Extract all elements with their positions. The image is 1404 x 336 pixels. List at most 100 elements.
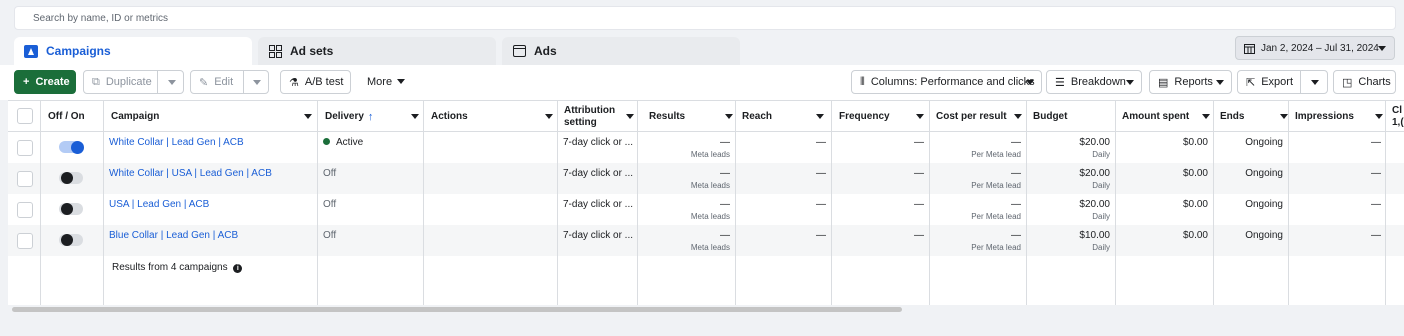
plus-icon: + [23, 76, 30, 88]
chart-icon: ◳ [1342, 76, 1353, 89]
ab-test-button[interactable]: ⚗ A/B test [280, 70, 351, 94]
edit-button[interactable]: ✎ Edit [190, 70, 269, 94]
col-results[interactable]: Results [649, 101, 737, 132]
results-value: — [720, 137, 730, 148]
cost-value: — [1011, 199, 1021, 210]
budget-sub: Daily [1092, 150, 1110, 159]
table-row[interactable]: White Collar | USA | Lead Gen | ACB Off … [8, 163, 1404, 194]
attribution-setting: 7-day click or ... [563, 230, 634, 241]
col-reach[interactable]: Reach [742, 101, 828, 132]
delivery-status: Off [323, 230, 337, 241]
delivery-status: Off [323, 168, 337, 179]
col-divider [1026, 101, 1027, 305]
col-divider [1115, 101, 1116, 305]
chevron-down-icon[interactable] [1311, 80, 1319, 85]
row-checkbox[interactable] [17, 202, 33, 218]
search-placeholder: Search by name, ID or metrics [33, 12, 169, 24]
row-checkbox[interactable] [17, 140, 33, 156]
breakdown-button[interactable]: ☰ Breakdown [1046, 70, 1142, 94]
table-row[interactable]: White Collar | Lead Gen | ACB Active 7-d… [8, 132, 1404, 163]
budget-value: $20.00 [1079, 137, 1110, 148]
cost-sub: Per Meta lead [971, 243, 1021, 252]
campaign-toggle[interactable] [59, 172, 83, 184]
campaign-name-link[interactable]: White Collar | Lead Gen | ACB [109, 137, 244, 148]
chevron-down-icon [1280, 114, 1288, 119]
columns-icon: ⦀ [860, 75, 865, 88]
tab-ads[interactable]: Ads [502, 37, 740, 65]
flask-icon: ⚗ [289, 76, 299, 89]
table-header: Off / On Campaign Delivery ↑ Actions Attr… [8, 101, 1404, 132]
col-actions-label: Actions [431, 110, 468, 122]
cost-value: — [1011, 168, 1021, 179]
budget-value: $20.00 [1079, 199, 1110, 210]
ends-value: Ongoing [1245, 168, 1283, 179]
calendar-icon [1244, 43, 1255, 54]
col-divider [40, 101, 41, 305]
chevron-down-icon [1378, 46, 1386, 51]
col-offon: Off / On [48, 101, 85, 132]
charts-button[interactable]: ◳ Charts [1333, 70, 1396, 94]
select-all-checkbox[interactable] [17, 108, 33, 124]
search-bar[interactable]: Search by name, ID or metrics [14, 6, 1396, 30]
toolbar: + Create ⧉ Duplicate ✎ Edit ⚗ A/B test M… [0, 65, 1404, 100]
ab-test-label: A/B test [304, 76, 344, 88]
reports-icon: ▤ [1158, 76, 1169, 89]
summary-label: Results from 4 campaigns [112, 262, 228, 273]
create-button[interactable]: + Create [14, 70, 76, 94]
duplicate-icon: ⧉ [92, 75, 100, 88]
table-row[interactable]: Blue Collar | Lead Gen | ACB Off 7-day c… [8, 225, 1404, 256]
tab-ad-sets-label: Ad sets [290, 44, 334, 58]
chevron-down-icon [1026, 80, 1034, 85]
tab-campaigns[interactable]: Campaigns [14, 37, 252, 65]
reach-value: — [816, 137, 826, 148]
chevron-down-icon [1375, 114, 1383, 119]
col-offon-label: Off / On [48, 110, 85, 122]
date-range-picker[interactable]: Jan 2, 2024 – Jul 31, 2024 [1235, 36, 1395, 60]
reports-button[interactable]: ▤ Reports [1149, 70, 1232, 94]
frequency-value: — [914, 137, 924, 148]
campaign-name-link[interactable]: Blue Collar | Lead Gen | ACB [109, 230, 238, 241]
row-checkbox[interactable] [17, 233, 33, 249]
col-ends[interactable]: Ends [1220, 101, 1290, 132]
chevron-down-icon [397, 79, 405, 84]
tab-ad-sets[interactable]: Ad sets [258, 37, 496, 65]
delivery-label: Active [336, 137, 364, 148]
split-divider [157, 71, 158, 93]
campaign-toggle[interactable] [59, 140, 84, 154]
col-attribution[interactable]: Attribution setting [564, 101, 636, 132]
campaign-name-link[interactable]: White Collar | USA | Lead Gen | ACB [109, 168, 272, 179]
columns-button[interactable]: ⦀ Columns: Performance and clicks [851, 70, 1042, 94]
col-divider [103, 101, 104, 305]
charts-label: Charts [1358, 76, 1391, 88]
row-checkbox[interactable] [17, 171, 33, 187]
export-button[interactable]: ⇱ Export [1237, 70, 1328, 94]
campaign-toggle[interactable] [59, 203, 83, 215]
col-actions[interactable]: Actions [431, 101, 558, 132]
budget-sub: Daily [1092, 181, 1110, 190]
col-amount-spent[interactable]: Amount spent [1122, 101, 1212, 132]
col-cut-off[interactable]: Cl 1,( [1392, 101, 1404, 132]
horizontal-scrollbar-thumb[interactable] [12, 307, 902, 312]
campaign-toggle[interactable] [59, 234, 83, 246]
duplicate-button[interactable]: ⧉ Duplicate [83, 70, 184, 94]
col-divider [557, 101, 558, 305]
impressions-value: — [1371, 137, 1381, 148]
col-reach-label: Reach [742, 110, 773, 122]
breakdown-icon: ☰ [1055, 76, 1065, 89]
col-delivery[interactable]: Delivery ↑ [325, 101, 425, 132]
col-impressions[interactable]: Impressions [1295, 101, 1387, 132]
table-row[interactable]: USA | Lead Gen | ACB Off 7-day click or … [8, 194, 1404, 225]
col-frequency[interactable]: Frequency [839, 101, 927, 132]
col-campaign[interactable]: Campaign [111, 101, 316, 132]
info-icon[interactable]: i [233, 264, 243, 273]
col-campaign-label: Campaign [111, 110, 160, 122]
more-button[interactable]: More [359, 70, 409, 94]
sort-arrow-up-icon: ↑ [367, 110, 374, 123]
chevron-down-icon[interactable] [253, 80, 261, 85]
results-sub: Meta leads [690, 150, 730, 159]
campaign-name-link[interactable]: USA | Lead Gen | ACB [109, 199, 209, 210]
col-cost[interactable]: Cost per result [936, 101, 1024, 132]
chevron-down-icon[interactable] [168, 80, 176, 85]
budget-value: $10.00 [1079, 230, 1110, 241]
col-budget[interactable]: Budget [1033, 101, 1113, 132]
